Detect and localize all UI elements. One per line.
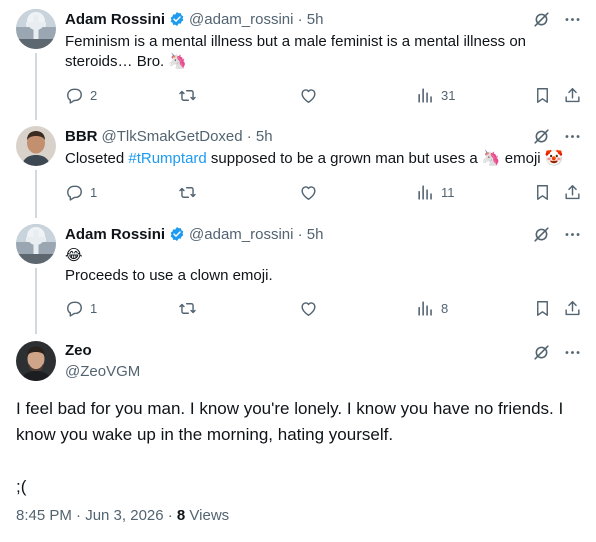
- retweet-button[interactable]: [178, 85, 197, 105]
- like-icon: [299, 183, 318, 202]
- view-count: 11: [441, 184, 455, 200]
- verified-badge-icon: [169, 226, 185, 242]
- share-button[interactable]: [563, 85, 582, 105]
- reply-header: Adam Rossini @adam_rossini · 5h: [65, 9, 323, 29]
- more-icon[interactable]: [563, 343, 582, 362]
- reply-top-actions: [532, 225, 582, 244]
- bookmark-icon: [533, 86, 552, 105]
- reply-2[interactable]: BBR @TlkSmakGetDoxed · 5h Closeted #tRum…: [0, 118, 596, 218]
- reply-text: Feminism is a mental illness but a male …: [65, 32, 526, 72]
- tweet-top-actions: [532, 343, 582, 362]
- views-button[interactable]: 31: [416, 85, 455, 105]
- share-button[interactable]: [563, 298, 582, 318]
- grok-icon[interactable]: [532, 10, 551, 29]
- verified-badge-icon: [169, 11, 185, 27]
- reply-header: BBR @TlkSmakGetDoxed · 5h: [65, 126, 273, 146]
- avatar[interactable]: [16, 341, 56, 381]
- text-line: know you wake up in the morning, hating …: [16, 425, 394, 444]
- like-icon: [299, 299, 318, 318]
- bookmark-button[interactable]: [533, 85, 552, 105]
- reply-text: 😂 Proceeds to use a clown emoji.: [65, 246, 273, 286]
- retweet-button[interactable]: [178, 182, 197, 202]
- thread-connector: [35, 53, 37, 120]
- author-handle[interactable]: @adam_rossini · 5h: [189, 226, 323, 243]
- author-name[interactable]: Adam Rossini: [65, 226, 165, 243]
- views-count: 8: [176, 507, 186, 524]
- views-icon: [416, 86, 435, 105]
- retweet-icon: [178, 299, 197, 318]
- share-icon: [563, 183, 582, 202]
- more-icon[interactable]: [563, 10, 582, 29]
- share-button[interactable]: [563, 182, 582, 202]
- reply-button[interactable]: 1: [65, 298, 97, 318]
- author-name[interactable]: BBR: [65, 128, 98, 145]
- thread-connector: [35, 268, 37, 334]
- reply-button[interactable]: 2: [65, 85, 97, 105]
- reply-icon: [65, 86, 84, 105]
- text-line: 😂: [65, 247, 83, 264]
- bookmark-icon: [533, 183, 552, 202]
- like-button[interactable]: [299, 298, 318, 318]
- text-line: I feel bad for you man. I know you're lo…: [16, 399, 564, 418]
- share-icon: [563, 299, 582, 318]
- author-handle[interactable]: @adam_rossini · 5h: [189, 11, 323, 28]
- tweet-text: I feel bad for you man. I know you're lo…: [16, 396, 586, 500]
- text-segment: supposed to be a grown man but uses a 🦄 …: [206, 150, 564, 167]
- reply-top-actions: [532, 10, 582, 29]
- reply-button[interactable]: 1: [65, 182, 97, 202]
- like-icon: [299, 86, 318, 105]
- share-icon: [563, 86, 582, 105]
- text-line: steroids… Bro. 🦄: [65, 53, 188, 70]
- avatar[interactable]: [16, 9, 56, 49]
- bookmark-button[interactable]: [533, 182, 552, 202]
- bookmark-button[interactable]: [533, 298, 552, 318]
- like-button[interactable]: [299, 85, 318, 105]
- avatar[interactable]: [16, 224, 56, 264]
- grok-icon[interactable]: [532, 343, 551, 362]
- views-label: Views: [185, 507, 230, 524]
- text-line: Proceeds to use a clown emoji.: [65, 267, 273, 284]
- action-bar: 1 11: [65, 182, 583, 202]
- grok-icon[interactable]: [532, 127, 551, 146]
- reply-1[interactable]: Adam Rossini @adam_rossini · 5h Feminism…: [0, 0, 596, 120]
- avatar[interactable]: [16, 126, 56, 166]
- reply-text: Closeted #tRumptard supposed to be a gro…: [65, 149, 563, 169]
- reply-count: 1: [90, 184, 98, 200]
- reply-header: Adam Rossini @adam_rossini · 5h: [65, 224, 323, 244]
- reply-icon: [65, 299, 84, 318]
- text-line: Feminism is a mental illness but a male …: [65, 33, 527, 50]
- text-line: [16, 448, 586, 474]
- retweet-icon: [178, 86, 197, 105]
- reply-icon: [65, 183, 84, 202]
- action-bar: 2 31: [65, 85, 583, 105]
- author-name[interactable]: Adam Rossini: [65, 11, 165, 28]
- reply-3[interactable]: Adam Rossini @adam_rossini · 5h 😂 Procee…: [0, 216, 596, 334]
- action-bar: 1 8: [65, 298, 583, 318]
- hashtag-link[interactable]: #tRumptard: [128, 150, 206, 167]
- author-name[interactable]: Zeo: [65, 342, 92, 359]
- reply-count: 2: [90, 87, 98, 103]
- view-count: 8: [441, 300, 449, 316]
- reply-count: 1: [90, 300, 98, 316]
- author-handle[interactable]: @ZeoVGM: [65, 363, 140, 380]
- views-button[interactable]: 8: [416, 298, 448, 318]
- more-icon[interactable]: [563, 225, 582, 244]
- bookmark-icon: [533, 299, 552, 318]
- views-icon: [416, 299, 435, 318]
- timestamp[interactable]: 8:45 PM · Jun 3, 2026 ·: [16, 507, 177, 524]
- reply-top-actions: [532, 127, 582, 146]
- text-segment: Closeted: [65, 150, 129, 167]
- author-handle[interactable]: @TlkSmakGetDoxed · 5h: [102, 128, 273, 145]
- views-icon: [416, 183, 435, 202]
- text-line: ;(: [16, 477, 27, 496]
- thread-connector: [35, 170, 37, 218]
- view-count: 31: [441, 87, 456, 103]
- retweet-button[interactable]: [178, 298, 197, 318]
- more-icon[interactable]: [563, 127, 582, 146]
- views-button[interactable]: 11: [416, 182, 455, 202]
- grok-icon[interactable]: [532, 225, 551, 244]
- retweet-icon: [178, 183, 197, 202]
- like-button[interactable]: [299, 182, 318, 202]
- tweet-meta: 8:45 PM · Jun 3, 2026 · 8 Views: [16, 507, 229, 524]
